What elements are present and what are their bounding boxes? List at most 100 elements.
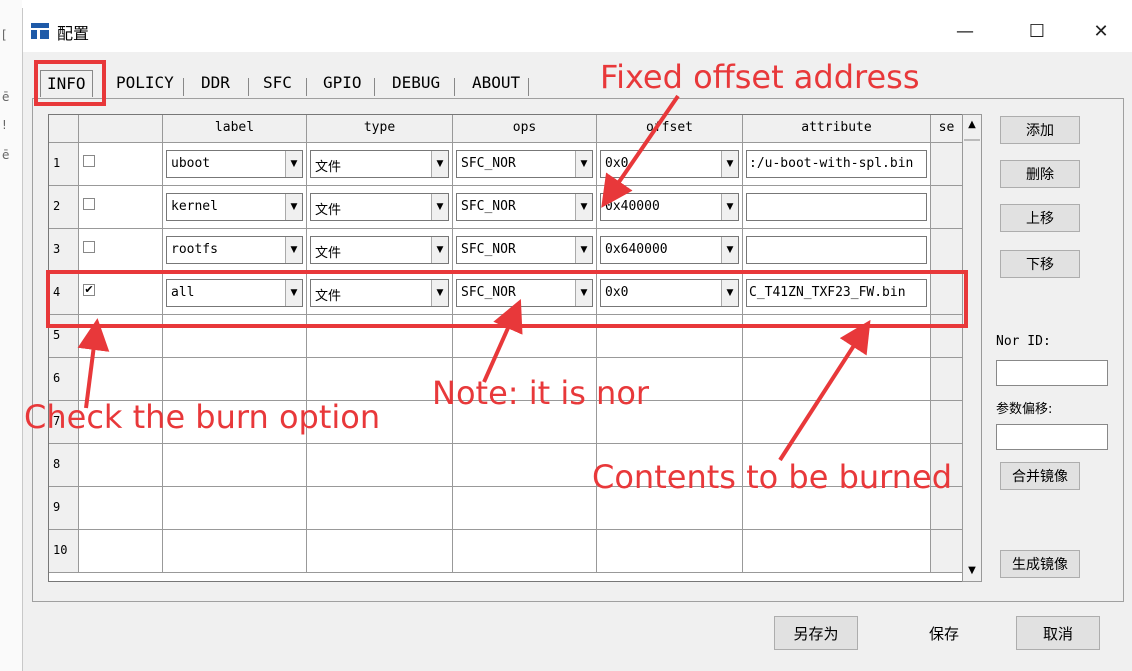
label-combo[interactable]: kernel ▼ <box>166 193 303 221</box>
dropdown-arrow-icon[interactable]: ▼ <box>285 151 302 177</box>
cell-se <box>931 530 963 573</box>
cell-attribute <box>743 401 931 444</box>
table-scrollbar[interactable]: ▲ ▼ <box>962 114 982 582</box>
cell-label <box>163 530 307 573</box>
burn-checkbox[interactable] <box>83 155 95 167</box>
tab-policy[interactable]: POLICY <box>110 70 180 96</box>
cell-label <box>163 358 307 401</box>
dropdown-arrow-icon[interactable]: ▼ <box>721 151 738 177</box>
move-down-button[interactable]: 下移 <box>1000 250 1080 278</box>
dropdown-arrow-icon[interactable]: ▼ <box>721 194 738 220</box>
minimize-button[interactable]: — <box>945 16 985 46</box>
nor-id-label: Nor ID: <box>996 334 1051 349</box>
enable-checkbox-cell <box>79 229 163 272</box>
dropdown-arrow-icon[interactable]: ▼ <box>431 194 448 220</box>
type-value: 文件 <box>315 203 342 218</box>
tab-ddr[interactable]: DDR <box>195 70 236 96</box>
row-number: 10 <box>49 530 79 573</box>
tab-separator <box>248 78 249 96</box>
offset-value: 0x0 <box>605 156 629 171</box>
cell-type <box>307 444 453 487</box>
param-offset-input[interactable] <box>996 424 1108 450</box>
scroll-up-arrow-icon[interactable]: ▲ <box>963 115 981 133</box>
enable-checkbox-cell <box>79 487 163 530</box>
attribute-field[interactable]: :/u-boot-with-spl.bin <box>746 150 927 178</box>
row-number: 9 <box>49 487 79 530</box>
tab-about[interactable]: ABOUT <box>466 70 526 96</box>
attribute-field[interactable] <box>746 193 927 221</box>
header-offset: offset <box>597 115 743 143</box>
ops-value: SFC_NOR <box>461 242 516 257</box>
header-ops: ops <box>453 115 597 143</box>
dropdown-arrow-icon[interactable]: ▼ <box>575 151 592 177</box>
burn-checkbox[interactable] <box>83 198 95 210</box>
header-cell-blank <box>49 115 79 143</box>
window-title: 配置 <box>57 24 90 43</box>
cell-ops <box>453 487 597 530</box>
label-combo[interactable]: uboot ▼ <box>166 150 303 178</box>
cell-offset: 0x640000 ▼ <box>597 229 743 272</box>
tab-sfc[interactable]: SFC <box>257 70 298 96</box>
type-combo[interactable]: 文件 ▼ <box>310 236 449 264</box>
row-number: 1 <box>49 143 79 186</box>
dropdown-arrow-icon[interactable]: ▼ <box>431 151 448 177</box>
dropdown-arrow-icon[interactable]: ▼ <box>721 237 738 263</box>
delete-button[interactable]: 删除 <box>1000 160 1080 188</box>
type-combo[interactable]: 文件 ▼ <box>310 193 449 221</box>
dropdown-arrow-icon[interactable]: ▼ <box>575 237 592 263</box>
offset-combo[interactable]: 0x40000 ▼ <box>600 193 739 221</box>
tab-separator <box>528 78 529 96</box>
cell-ops <box>453 444 597 487</box>
cell-ops <box>453 530 597 573</box>
scroll-thumb[interactable] <box>964 139 980 141</box>
title-bar[interactable]: 配置 — ☐ ✕ <box>23 8 1132 52</box>
bg-glyph: ! <box>2 118 7 132</box>
add-button[interactable]: 添加 <box>1000 116 1080 144</box>
move-up-button[interactable]: 上移 <box>1000 204 1080 232</box>
generate-image-button[interactable]: 生成镜像 <box>1000 550 1080 578</box>
bg-glyph: [ <box>2 28 7 42</box>
offset-combo[interactable]: 0x0 ▼ <box>600 150 739 178</box>
ops-combo[interactable]: SFC_NOR ▼ <box>456 236 593 264</box>
enable-checkbox-cell <box>79 444 163 487</box>
save-as-button[interactable]: 另存为 <box>774 616 858 650</box>
cell-se <box>931 229 963 272</box>
dropdown-arrow-icon[interactable]: ▼ <box>285 194 302 220</box>
scroll-down-arrow-icon[interactable]: ▼ <box>963 561 981 579</box>
label-combo[interactable]: rootfs ▼ <box>166 236 303 264</box>
type-combo[interactable]: 文件 ▼ <box>310 150 449 178</box>
cancel-button[interactable]: 取消 <box>1016 616 1100 650</box>
row-number: 3 <box>49 229 79 272</box>
dropdown-arrow-icon[interactable]: ▼ <box>431 237 448 263</box>
cell-type <box>307 487 453 530</box>
header-cell-blank <box>79 115 163 143</box>
cell-offset: 0x0 ▼ <box>597 143 743 186</box>
burn-checkbox[interactable] <box>83 241 95 253</box>
background-window-edge: [ ē ! ē <box>0 0 22 671</box>
bg-glyph: ē <box>2 148 10 162</box>
merge-image-button[interactable]: 合并镜像 <box>1000 462 1080 490</box>
tab-separator <box>454 78 455 96</box>
ops-combo[interactable]: SFC_NOR ▼ <box>456 193 593 221</box>
attribute-value: :/u-boot-with-spl.bin <box>749 156 914 171</box>
attribute-field[interactable] <box>746 236 927 264</box>
type-value: 文件 <box>315 160 342 175</box>
header-attribute: attribute <box>743 115 931 143</box>
row-number: 2 <box>49 186 79 229</box>
cell-ops: SFC_NOR ▼ <box>453 143 597 186</box>
maximize-button[interactable]: ☐ <box>1017 16 1057 46</box>
dropdown-arrow-icon[interactable]: ▼ <box>285 237 302 263</box>
type-value: 文件 <box>315 246 342 261</box>
ops-combo[interactable]: SFC_NOR ▼ <box>456 150 593 178</box>
cell-label: rootfs ▼ <box>163 229 307 272</box>
offset-combo[interactable]: 0x640000 ▼ <box>600 236 739 264</box>
dropdown-arrow-icon[interactable]: ▼ <box>575 194 592 220</box>
tab-debug[interactable]: DEBUG <box>386 70 446 96</box>
row-number: 8 <box>49 444 79 487</box>
nor-id-input[interactable] <box>996 360 1108 386</box>
save-button[interactable]: 保存 <box>902 616 986 650</box>
cell-attribute <box>743 530 931 573</box>
tab-gpio[interactable]: GPIO <box>317 70 368 96</box>
close-button[interactable]: ✕ <box>1081 16 1121 46</box>
cell-label <box>163 487 307 530</box>
